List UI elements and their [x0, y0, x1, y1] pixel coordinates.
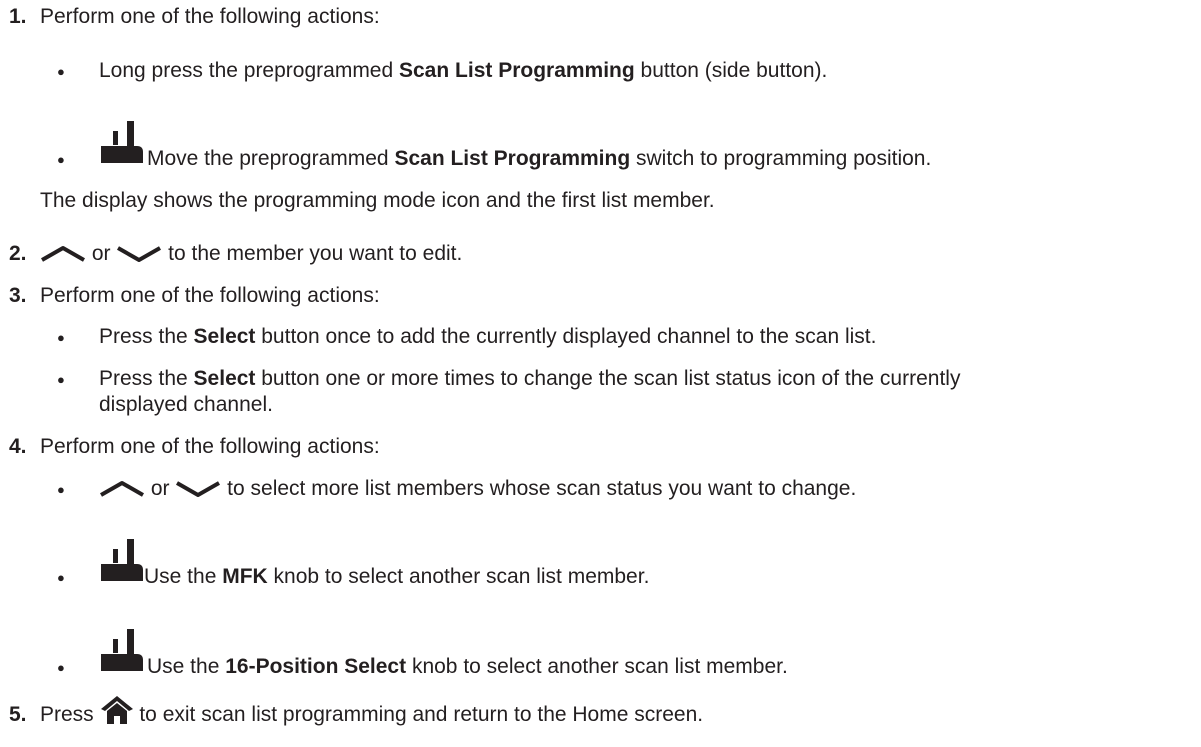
bullet: ●	[57, 660, 65, 675]
bullet: ●	[57, 64, 65, 79]
home-icon	[100, 696, 133, 725]
step-4-bullet-1: or to select more list members whose sca…	[99, 476, 856, 502]
bullet: ●	[57, 570, 65, 585]
caret-down-icon	[117, 246, 162, 263]
step-2-text: or to the member you want to edit.	[40, 241, 462, 267]
caret-up-icon	[41, 246, 85, 263]
radio-model-icon	[101, 539, 143, 581]
caret-down-icon	[176, 481, 221, 498]
bullet: ●	[57, 482, 65, 497]
step-5-text: Press to exit scan list programming and …	[40, 696, 703, 728]
step-1-bullet-1: Long press the preprogrammed Scan List P…	[99, 59, 828, 82]
step-5-number: 5.	[9, 703, 27, 726]
caret-up-icon	[100, 481, 144, 498]
step-1-text: Perform one of the following actions:	[40, 5, 380, 28]
step-3-text: Perform one of the following actions:	[40, 284, 380, 307]
step-4-text: Perform one of the following actions:	[40, 435, 380, 458]
document-page: 1. Perform one of the following actions:…	[0, 0, 1201, 747]
bullet: ●	[57, 372, 65, 387]
step-4-bullet-2: Use the MFK knob to select another scan …	[144, 565, 650, 588]
step-3-bullet-2-cont: displayed channel.	[99, 393, 273, 416]
step-1-note: The display shows the programming mode i…	[40, 189, 715, 212]
step-1-number: 1.	[9, 5, 27, 28]
step-2-number: 2.	[9, 242, 27, 265]
bullet: ●	[57, 152, 65, 167]
step-3-bullet-2: Press the Select button one or more time…	[99, 367, 961, 390]
step-3-bullet-1: Press the Select button once to add the …	[99, 325, 877, 348]
step-4-number: 4.	[9, 435, 27, 458]
radio-model-icon	[101, 629, 143, 671]
radio-model-icon	[101, 121, 143, 163]
step-3-number: 3.	[9, 284, 27, 307]
step-4-bullet-3: Use the 16-Position Select knob to selec…	[147, 655, 788, 678]
bullet: ●	[57, 330, 65, 345]
step-1-bullet-2: Move the preprogrammed Scan List Program…	[147, 147, 932, 170]
